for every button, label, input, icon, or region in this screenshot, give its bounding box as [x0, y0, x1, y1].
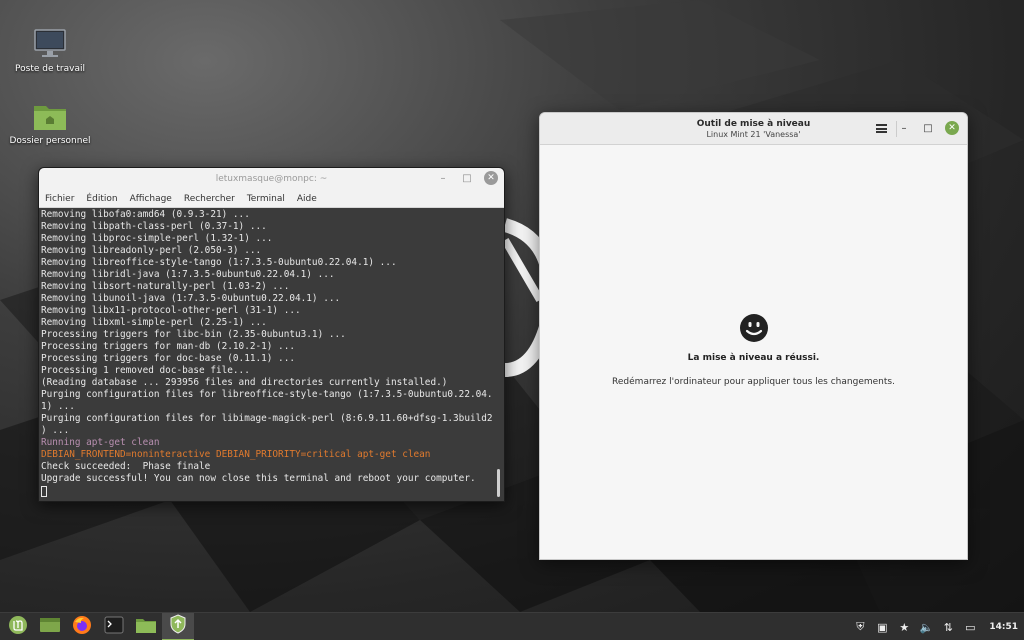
terminal-line: Removing libofa0:amd64 (0.9.3-21) ...: [41, 209, 250, 220]
star-icon[interactable]: ★: [897, 620, 911, 634]
terminal-cursor: [41, 486, 47, 497]
terminal-line: Removing libridl-java (1:7.3.5-0ubuntu0.…: [41, 269, 335, 280]
terminal-window[interactable]: letuxmasque@monpc: ~ – □ ✕ Fichier Éditi…: [38, 167, 505, 502]
mint-menu-icon: [8, 615, 28, 639]
terminal-line: Purging configuration files for libreoff…: [41, 389, 493, 400]
shield-icon[interactable]: ⛨: [853, 620, 867, 634]
terminal-line: Removing libxml-simple-perl (2.25-1) ...: [41, 317, 267, 328]
terminal-titlebar[interactable]: letuxmasque@monpc: ~ – □ ✕: [39, 168, 504, 190]
desktop-icon: [39, 616, 61, 638]
terminal-line: Check succeeded: Phase finale: [41, 461, 211, 472]
upgrade-titlebar[interactable]: Outil de mise à niveau Linux Mint 21 'Va…: [540, 113, 967, 145]
terminal-scrollbar[interactable]: [497, 469, 500, 497]
menu-aide[interactable]: Aide: [297, 194, 317, 204]
system-tray: ⛨ ▣ ★ 🔈 ⇅ ▭ 14:51: [853, 613, 1024, 640]
upgrade-shield-icon: [169, 613, 187, 638]
maximize-button[interactable]: □: [921, 121, 935, 135]
terminal-line: Running apt-get clean: [41, 437, 160, 448]
terminal-launcher[interactable]: [98, 613, 130, 640]
desktop-icon-home[interactable]: Dossier personnel: [0, 100, 100, 146]
terminal-line: (Reading database ... 293956 files and d…: [41, 377, 448, 388]
terminal-icon: [104, 616, 124, 638]
terminal-prompt[interactable]: [41, 485, 502, 497]
home-folder-icon: [32, 100, 68, 132]
clipboard-icon[interactable]: ▣: [875, 620, 889, 634]
terminal-line: ) ...: [41, 425, 70, 436]
close-button[interactable]: ✕: [484, 171, 498, 185]
upgrade-result-panel: La mise à niveau a réussi. Redémarrez l'…: [540, 313, 967, 387]
reboot-instruction: Redémarrez l'ordinateur pour appliquer t…: [612, 377, 895, 387]
minimize-button[interactable]: –: [436, 171, 450, 185]
terminal-line: Purging configuration files for libimage…: [41, 413, 493, 424]
folder-icon: [135, 616, 157, 638]
network-icon[interactable]: ⇅: [941, 620, 955, 634]
terminal-line: Upgrade successful! You can now close th…: [41, 473, 476, 484]
minimize-button[interactable]: –: [897, 121, 911, 135]
terminal-output[interactable]: Removing libofa0:amd64 (0.9.3-21) ... Rem…: [39, 208, 504, 501]
terminal-line: Removing libreadonly-perl (2.050-3) ...: [41, 245, 262, 256]
hamburger-menu-icon[interactable]: [876, 124, 887, 133]
files-launcher[interactable]: [130, 613, 162, 640]
smiley-icon: [739, 313, 769, 343]
maximize-button[interactable]: □: [460, 171, 474, 185]
terminal-line: DEBIAN_FRONTEND=noninteractive DEBIAN_PR…: [41, 449, 431, 460]
menu-affichage[interactable]: Affichage: [130, 194, 172, 204]
menu-fichier[interactable]: Fichier: [45, 194, 74, 204]
desktop-icon-label: Dossier personnel: [9, 136, 91, 146]
firefox-launcher[interactable]: [66, 613, 98, 640]
terminal-line: Removing libsort-naturally-perl (1.03-2)…: [41, 281, 290, 292]
desktop-icon-computer[interactable]: Poste de travail: [0, 28, 100, 74]
mint-menu-button[interactable]: [2, 613, 34, 640]
menu-terminal[interactable]: Terminal: [247, 194, 285, 204]
terminal-line: Removing libunoil-java (1:7.3.5-0ubuntu0…: [41, 293, 341, 304]
terminal-menubar: Fichier Édition Affichage Rechercher Ter…: [39, 190, 504, 208]
terminal-line: Processing triggers for man-db (2.10.2-1…: [41, 341, 295, 352]
firefox-icon: [72, 615, 92, 639]
taskbar: ⛨ ▣ ★ 🔈 ⇅ ▭ 14:51: [0, 612, 1024, 640]
terminal-line: Removing libpath-class-perl (0.37-1) ...: [41, 221, 267, 232]
show-desktop-button[interactable]: [34, 613, 66, 640]
screen-icon[interactable]: ▭: [963, 620, 977, 634]
terminal-line: Processing 1 removed doc-base file...: [41, 365, 250, 376]
upgrade-tool-taskbar-item[interactable]: [162, 612, 194, 640]
desktop-icon-label: Poste de travail: [15, 64, 85, 74]
terminal-line: 1) ...: [41, 401, 75, 412]
menu-edition[interactable]: Édition: [86, 194, 117, 204]
clock[interactable]: 14:51: [989, 622, 1018, 632]
volume-icon[interactable]: 🔈: [919, 620, 933, 634]
success-message: La mise à niveau a réussi.: [687, 353, 820, 363]
terminal-line: Processing triggers for libc-bin (2.35-0…: [41, 329, 346, 340]
terminal-line: Removing libproc-simple-perl (1.32-1) ..…: [41, 233, 273, 244]
close-button[interactable]: ✕: [945, 121, 959, 135]
upgrade-tool-window[interactable]: Outil de mise à niveau Linux Mint 21 'Va…: [539, 112, 968, 560]
terminal-line: Removing libreoffice-style-tango (1:7.3.…: [41, 257, 397, 268]
terminal-line: Removing libx11-protocol-other-perl (31-…: [41, 305, 301, 316]
computer-icon: [32, 28, 68, 60]
menu-rechercher[interactable]: Rechercher: [184, 194, 235, 204]
terminal-title: letuxmasque@monpc: ~: [215, 174, 328, 184]
terminal-line: Processing triggers for doc-base (0.11.1…: [41, 353, 295, 364]
